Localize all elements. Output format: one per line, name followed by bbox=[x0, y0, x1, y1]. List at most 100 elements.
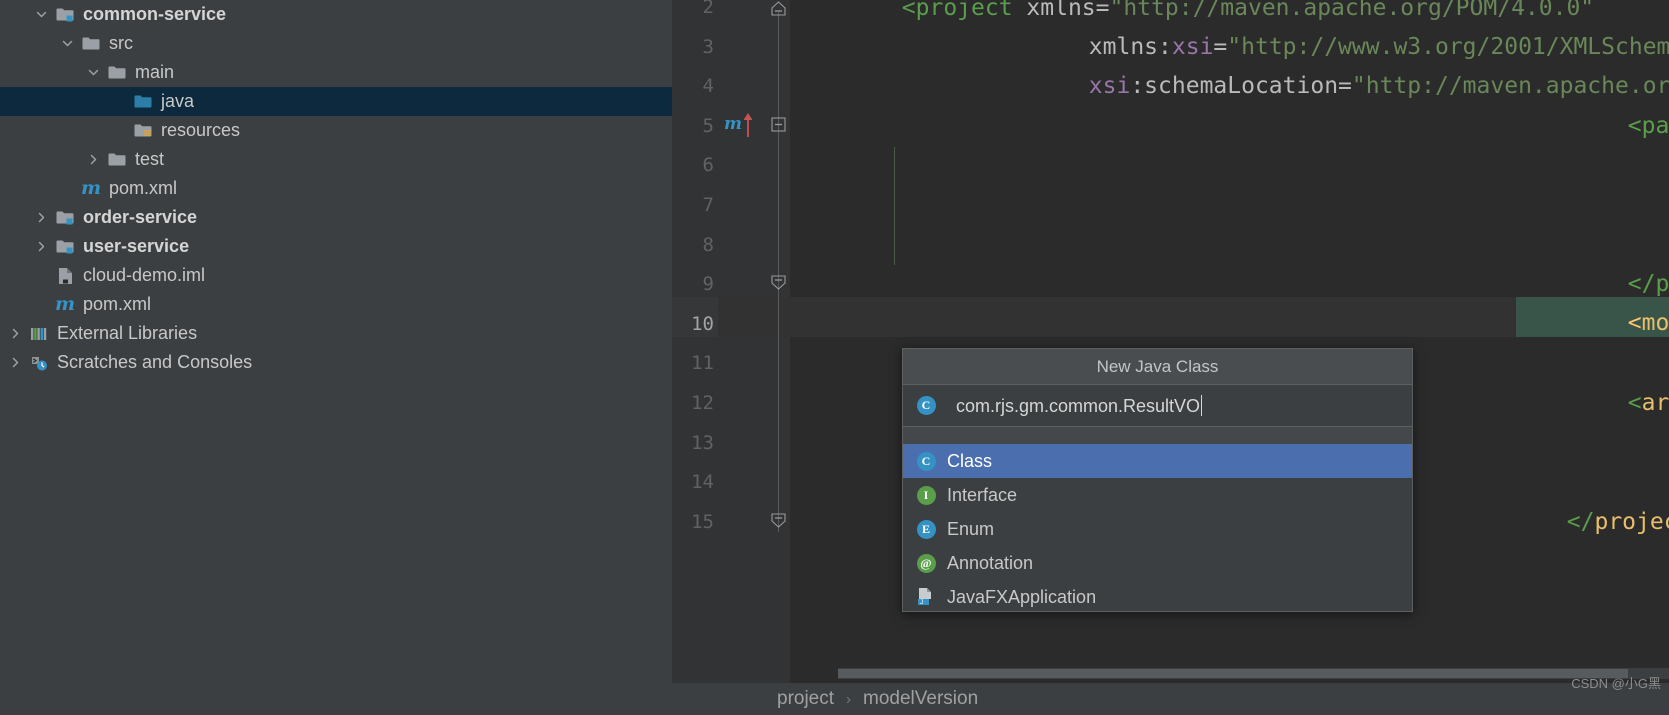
line-number: 13 bbox=[691, 431, 714, 454]
line-number: 14 bbox=[691, 471, 714, 494]
class-name-input-value: com.rjs.gm.common.ResultVO bbox=[956, 395, 1201, 416]
chevron-right-icon[interactable] bbox=[82, 145, 104, 174]
class-kind-option-javafxapplication[interactable]: J JavaFXApplication bbox=[903, 580, 1412, 614]
code-line-6[interactable]: <artifactId>cloud-demo</artifactId> bbox=[672, 145, 1669, 185]
new-java-class-popup[interactable]: New Java Class C com.rjs.gm.common.Resul… bbox=[902, 348, 1413, 612]
tree-item-user-service[interactable]: user-service bbox=[0, 232, 672, 261]
class-name-input[interactable]: C com.rjs.gm.common.ResultVO bbox=[903, 385, 1412, 427]
tree-item-label: Scratches and Consoles bbox=[57, 352, 253, 372]
tree-item-src[interactable]: src bbox=[0, 29, 672, 58]
tree-item-label: External Libraries bbox=[57, 323, 198, 343]
tree-item-label: user-service bbox=[83, 236, 190, 256]
class-kind-option-interface[interactable]: I Interface bbox=[903, 478, 1412, 512]
module-folder-icon bbox=[52, 0, 78, 29]
tree-item-pom-xml[interactable]: m pom.xml bbox=[0, 174, 672, 203]
class-kind-option-annotation[interactable]: @ Annotation bbox=[903, 546, 1412, 580]
breadcrumb-item-project[interactable]: project bbox=[777, 688, 834, 710]
tree-item-test[interactable]: test bbox=[0, 145, 672, 174]
tree-item-cloud-demo-iml[interactable]: cloud-demo.iml bbox=[0, 261, 672, 290]
tree-twist-placeholder bbox=[30, 261, 52, 290]
chevron-down-icon[interactable] bbox=[56, 29, 78, 58]
chevron-down-icon[interactable] bbox=[30, 0, 52, 29]
scrollbar-thumb[interactable] bbox=[838, 669, 1628, 678]
resource-folder-icon bbox=[130, 116, 156, 145]
chevron-right-icon[interactable] bbox=[30, 232, 52, 261]
chevron-right-icon[interactable] bbox=[4, 348, 26, 377]
horizontal-scrollbar[interactable] bbox=[838, 668, 1669, 679]
class-kind-option-class[interactable]: C Class bbox=[903, 444, 1412, 478]
popup-title: New Java Class bbox=[903, 349, 1412, 385]
javafx-icon: J bbox=[915, 586, 937, 608]
tree-item-label: resources bbox=[161, 120, 241, 140]
tree-twist-placeholder bbox=[30, 290, 52, 319]
tree-item-java[interactable]: java bbox=[0, 87, 672, 116]
code-token: :schemaLocation bbox=[1130, 72, 1339, 99]
class-kind-option-enum[interactable]: E Enum bbox=[903, 512, 1412, 546]
code-token: art bbox=[1641, 389, 1669, 416]
project-tree-panel[interactable]: common-service src main java resources test m p… bbox=[0, 0, 672, 715]
tree-twist-placeholder bbox=[108, 116, 130, 145]
tree-twist-placeholder bbox=[56, 174, 78, 203]
code-line-5[interactable]: <parent> bbox=[672, 106, 1669, 146]
breadcrumb-item-modelversion[interactable]: modelVersion bbox=[863, 688, 978, 710]
annotation-icon: @ bbox=[915, 552, 937, 574]
tree-item-pom-xml[interactable]: m pom.xml bbox=[0, 290, 672, 319]
source-folder-icon bbox=[130, 87, 156, 116]
text-caret bbox=[1201, 394, 1203, 416]
class-icon: C bbox=[915, 395, 937, 417]
tree-item-scratches-and-consoles[interactable]: Scratches and Consoles bbox=[0, 348, 672, 377]
code-line-7[interactable]: <groupId>com.rjs.gm</groupId> bbox=[672, 185, 1669, 225]
tree-item-common-service[interactable]: common-service bbox=[0, 0, 672, 29]
folder-icon bbox=[104, 58, 130, 87]
code-token: = bbox=[1338, 72, 1352, 99]
enum-icon: E bbox=[915, 518, 937, 540]
interface-icon: I bbox=[915, 484, 937, 506]
scratches-icon bbox=[26, 348, 52, 377]
line-number: 11 bbox=[691, 352, 714, 375]
tree-item-label: cloud-demo.iml bbox=[83, 265, 206, 285]
breadcrumb-separator-icon: › bbox=[846, 690, 852, 708]
code-line-10[interactable]: <modelVersion>4.0.0</modelVersion> bbox=[672, 303, 1669, 343]
maven-icon: m bbox=[54, 293, 76, 315]
tree-item-resources[interactable]: resources bbox=[0, 116, 672, 145]
tree-item-main[interactable]: main bbox=[0, 58, 672, 87]
tree-item-external-libraries[interactable]: External Libraries bbox=[0, 319, 672, 348]
tree-item-label: src bbox=[109, 33, 133, 53]
tree-item-label: common-service bbox=[83, 4, 227, 24]
maven-icon: m bbox=[80, 177, 102, 199]
class-kind-list[interactable]: C Class I Interface E Enum @ Annotation J JavaFXA… bbox=[903, 444, 1412, 614]
tree-item-label: pom.xml bbox=[109, 178, 178, 198]
code-token: </ bbox=[1566, 508, 1595, 535]
chevron-right-icon[interactable] bbox=[4, 319, 26, 348]
tree-item-order-service[interactable]: order-service bbox=[0, 203, 672, 232]
class-kind-option-label: Annotation bbox=[947, 552, 1034, 573]
tree-twist-placeholder bbox=[108, 87, 130, 116]
code-token: xsi bbox=[1088, 72, 1131, 99]
svg-text:J: J bbox=[920, 599, 923, 606]
code-token: < bbox=[1627, 389, 1642, 416]
iml-file-icon bbox=[52, 261, 78, 290]
chevron-down-icon[interactable] bbox=[82, 58, 104, 87]
code-token: < bbox=[1627, 309, 1642, 336]
class-kind-option-label: Interface bbox=[947, 484, 1018, 505]
popup-separator bbox=[903, 427, 1412, 444]
class-kind-option-label: JavaFXApplication bbox=[947, 586, 1097, 607]
module-folder-icon bbox=[52, 203, 78, 232]
chevron-right-icon[interactable] bbox=[30, 203, 52, 232]
class-icon: C bbox=[915, 450, 937, 472]
class-kind-option-label: Enum bbox=[947, 518, 995, 539]
tree-item-label: test bbox=[135, 149, 165, 169]
module-folder-icon bbox=[52, 232, 78, 261]
watermark: CSDN @小G黑 bbox=[1571, 676, 1661, 691]
libraries-icon bbox=[26, 319, 52, 348]
